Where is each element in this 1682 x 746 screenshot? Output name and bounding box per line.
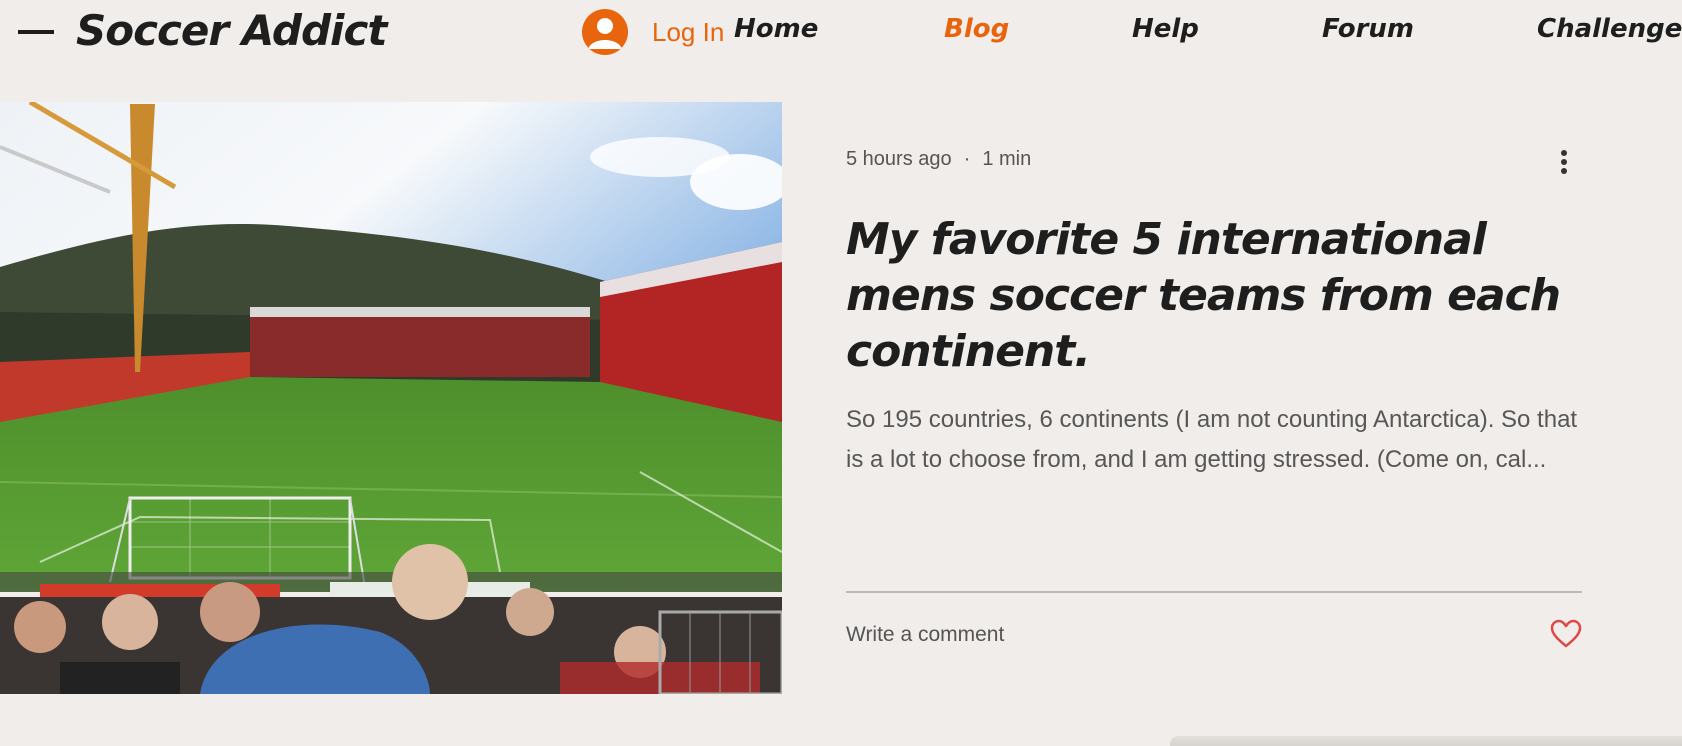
soccer-stadium-photo xyxy=(0,102,782,694)
post-excerpt[interactable]: So 195 countries, 6 continents (I am not… xyxy=(846,400,1586,480)
nav-item-challenges[interactable]: Challenges xyxy=(1537,14,1682,44)
post-divider xyxy=(846,591,1582,593)
nav-item-blog[interactable]: Blog xyxy=(944,14,1009,44)
post-read-time: 1 min xyxy=(982,148,1032,170)
nav-item-help[interactable]: Help xyxy=(1132,14,1199,44)
hamburger-menu-icon[interactable] xyxy=(18,22,54,40)
site-title[interactable]: Soccer Addict xyxy=(76,6,387,55)
meta-separator: · xyxy=(963,148,971,170)
more-options-icon[interactable] xyxy=(1552,148,1576,176)
login-label: Log In xyxy=(652,16,725,47)
write-comment-link[interactable]: Write a comment xyxy=(846,623,1004,647)
post-meta: 5 hours ago · 1 min xyxy=(846,148,1031,171)
nav-item-home[interactable]: Home xyxy=(734,14,818,44)
login-button[interactable]: Log In xyxy=(582,8,724,56)
post-title[interactable]: My favorite 5 international mens soccer … xyxy=(846,212,1586,380)
user-avatar-icon xyxy=(582,9,628,55)
nav-item-forum[interactable]: Forum xyxy=(1322,14,1414,44)
post-cover-image[interactable] xyxy=(0,102,782,694)
bottom-panel-edge xyxy=(1170,736,1682,746)
heart-icon[interactable] xyxy=(1550,619,1582,649)
post-time: 5 hours ago xyxy=(846,148,952,170)
site-header: Soccer Addict Log In Home Blog Help Foru… xyxy=(0,0,1682,64)
